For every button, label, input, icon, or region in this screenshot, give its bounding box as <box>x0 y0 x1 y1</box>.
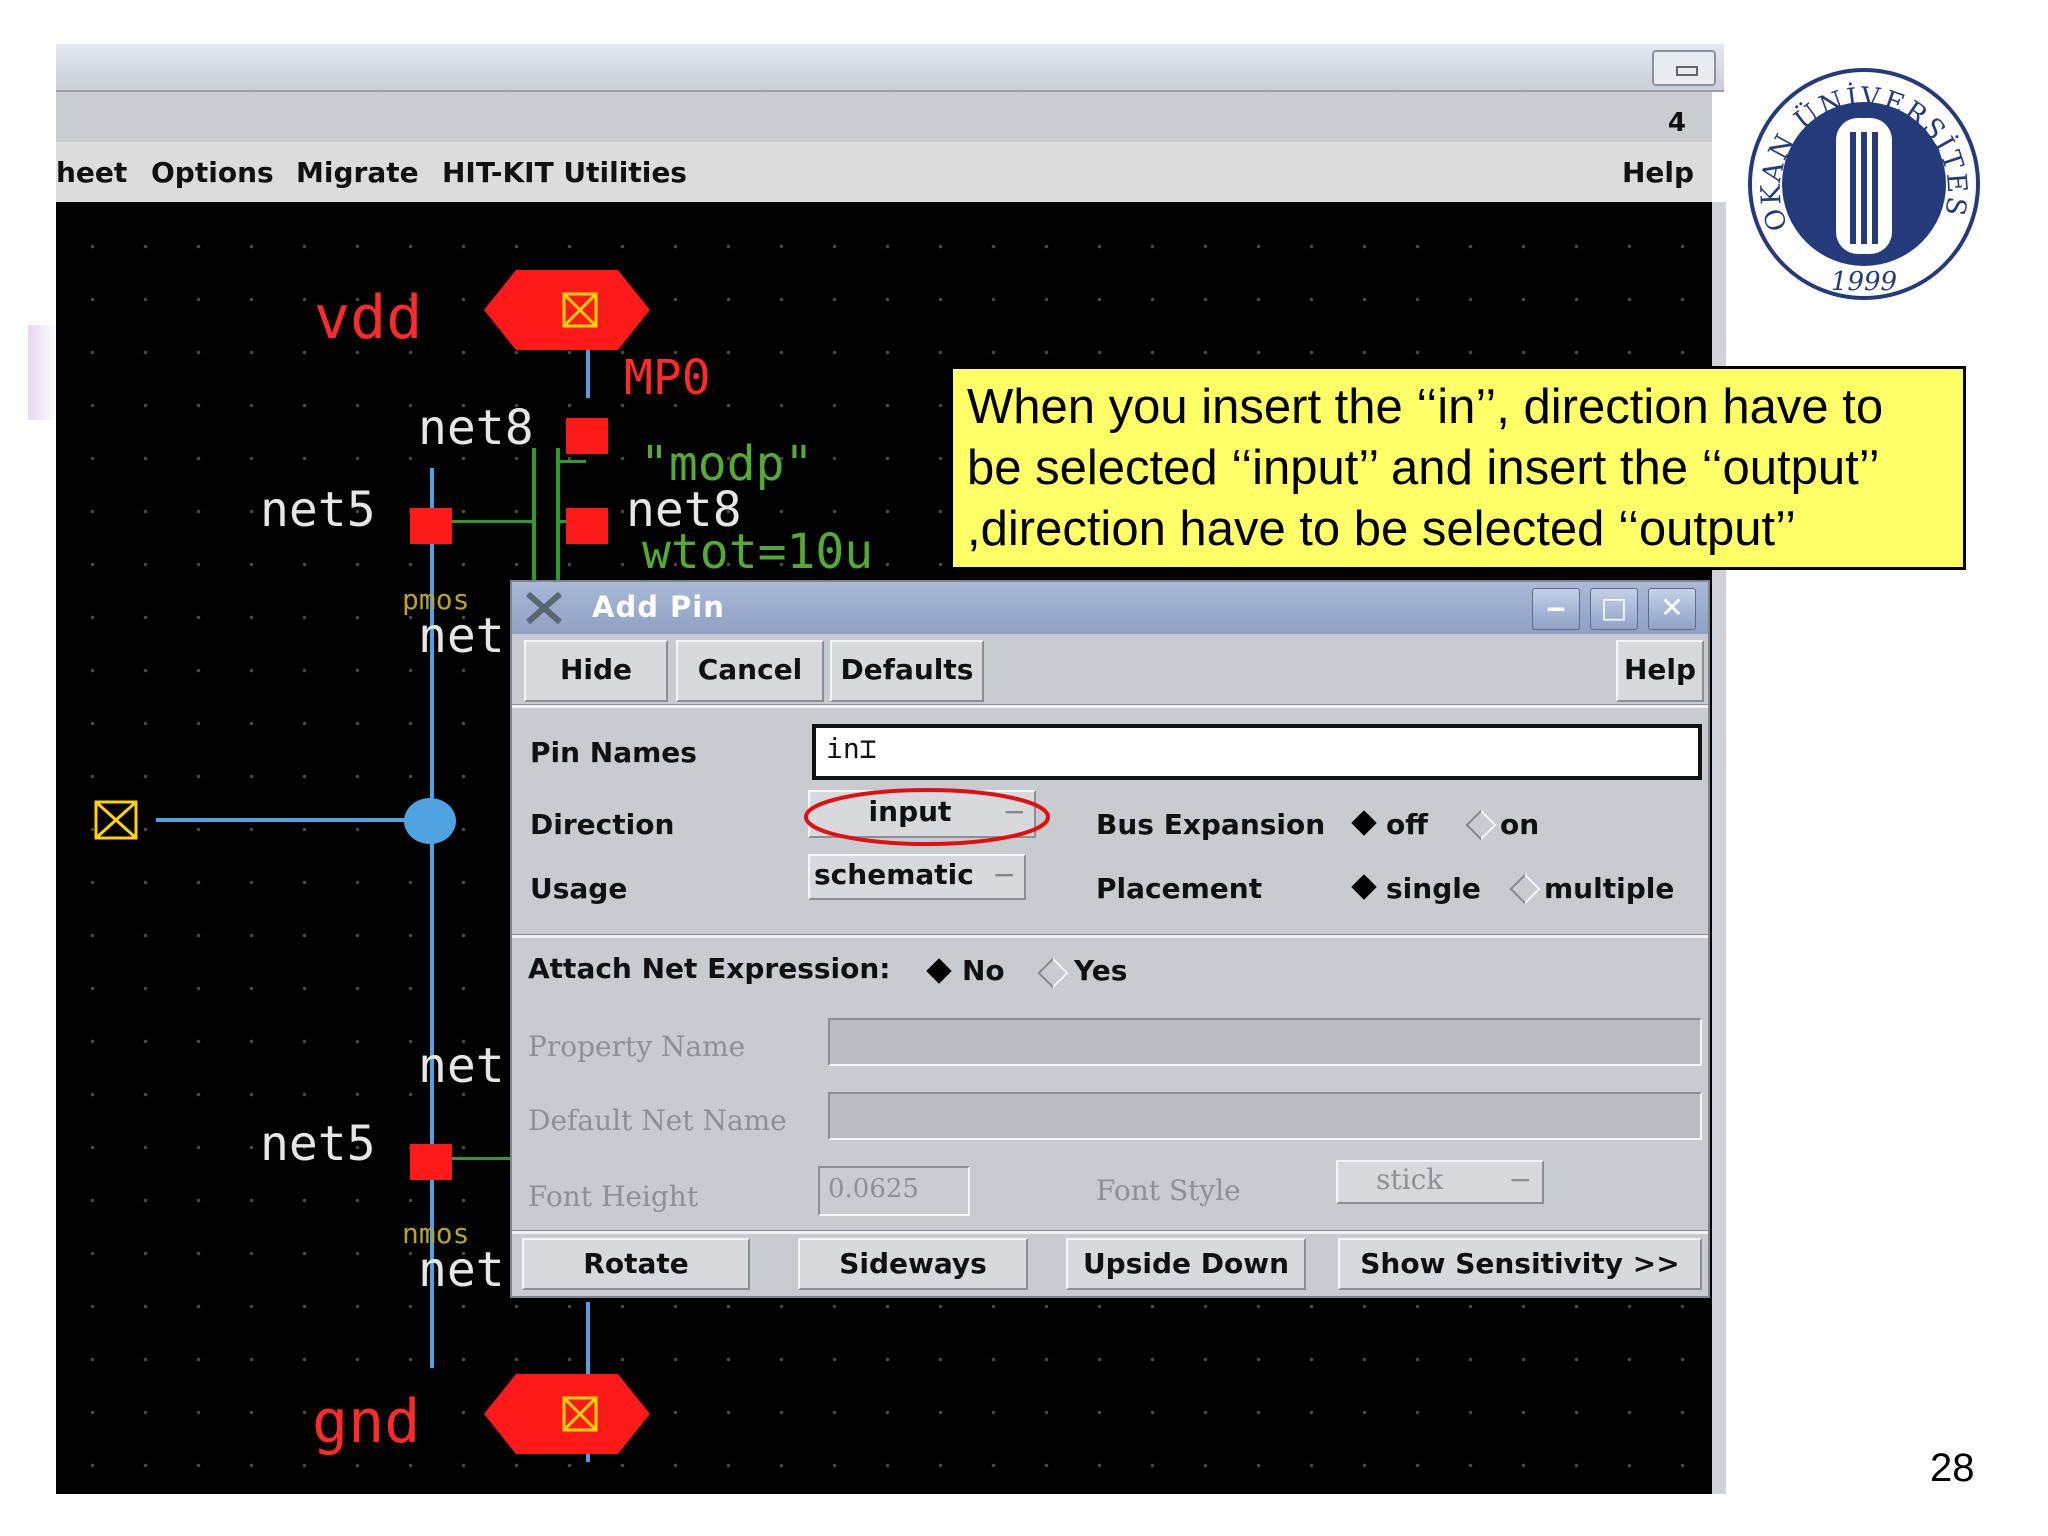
font-style-value: stick <box>1376 1163 1444 1196</box>
add-pin-dialog: Add Pin ‒ □ ✕ Hide Cancel Defaults Help … <box>510 580 1710 1298</box>
app-titlebar <box>56 44 1724 92</box>
terminal-net5-bottom <box>410 1144 452 1180</box>
callout-line-1: When you insert the ‘‘in’’, direction ha… <box>967 380 1884 434</box>
usage-label: Usage <box>530 872 628 905</box>
terminal-net8-right <box>566 508 608 544</box>
cancel-button[interactable]: Cancel <box>676 640 824 702</box>
label-net8-top: net8 <box>418 400 534 456</box>
dialog-close-button[interactable]: ✕ <box>1648 588 1696 630</box>
menu-item-sheet[interactable]: heet <box>56 156 127 189</box>
callout-line-3: ,direction have to be selected ‘‘output’… <box>967 502 1797 556</box>
bus-expansion-off-radio[interactable] <box>1351 810 1377 836</box>
font-height-value: 0.0625 <box>828 1174 919 1204</box>
attach-net-yes-label: Yes <box>1074 954 1128 987</box>
font-height-label: Font Height <box>528 1180 699 1213</box>
terminal-net8-top <box>566 418 608 454</box>
page-number: 28 <box>1930 1446 1975 1490</box>
gnd-pin-icon[interactable] <box>484 1374 650 1454</box>
highlight-ellipse <box>804 788 1050 846</box>
label-net5-top: net5 <box>260 482 376 538</box>
dialog-maximize-button[interactable]: □ <box>1590 588 1638 630</box>
attach-net-no-radio[interactable] <box>926 958 952 984</box>
rotate-button[interactable]: Rotate <box>522 1238 750 1290</box>
label-net-cut-3: net <box>418 1242 505 1298</box>
label-modp: "modp" <box>640 436 814 492</box>
default-net-name-input[interactable] <box>828 1092 1702 1140</box>
input-pin-icon[interactable] <box>94 800 138 840</box>
app-status-bar: 4 <box>56 92 1712 143</box>
slide-decoration <box>28 325 58 420</box>
label-wtot: wtot=10u <box>642 524 874 580</box>
sideways-button[interactable]: Sideways <box>798 1238 1028 1290</box>
defaults-button[interactable]: Defaults <box>830 640 984 702</box>
window-minimize-button[interactable] <box>1652 50 1716 86</box>
label-vdd: vdd <box>314 283 423 353</box>
attach-net-no-label: No <box>962 954 1005 987</box>
bus-expansion-off-label: off <box>1386 808 1428 841</box>
label-net-cut-2: net <box>418 1038 505 1094</box>
menu-item-help[interactable]: Help <box>1622 156 1694 189</box>
university-logo: OKAN ÜNİVERSİTESİ 1999 <box>1746 66 1980 300</box>
property-name-label: Property Name <box>528 1030 746 1063</box>
close-icon: ✕ <box>1660 591 1684 624</box>
font-style-label: Font Style <box>1096 1174 1241 1207</box>
bus-expansion-on-label: on <box>1500 808 1540 841</box>
placement-single-label: single <box>1386 872 1481 905</box>
x-window-icon <box>526 591 562 625</box>
window-number-badge: 4 <box>1667 108 1686 138</box>
usage-value: schematic <box>814 858 974 891</box>
vdd-pin-icon[interactable] <box>484 270 650 350</box>
bus-expansion-on-radio[interactable] <box>1465 809 1497 841</box>
text-cursor-icon: ⌶ <box>859 732 877 765</box>
label-net-cut-1: net <box>418 608 505 664</box>
dialog-minimize-button[interactable]: ‒ <box>1532 588 1580 630</box>
label-net5-bottom: net5 <box>260 1116 376 1172</box>
separator <box>512 934 1708 938</box>
hide-button[interactable]: Hide <box>524 640 668 702</box>
property-name-input[interactable] <box>828 1018 1702 1066</box>
font-style-select[interactable]: stick − <box>1336 1160 1544 1204</box>
cycle-menu-icon: − <box>1508 1163 1532 1196</box>
pin-names-value: in <box>826 732 860 765</box>
cycle-menu-icon: − <box>992 858 1016 891</box>
dialog-title: Add Pin <box>592 590 725 624</box>
help-button[interactable]: Help <box>1616 640 1704 702</box>
bus-expansion-label: Bus Expansion <box>1096 808 1326 841</box>
dialog-titlebar[interactable]: Add Pin ‒ □ ✕ <box>512 582 1708 634</box>
callout-line-2: be selected ‘‘input’’ and insert the ‘‘o… <box>967 441 1880 495</box>
label-mp0: MP0 <box>624 350 711 406</box>
pin-names-input[interactable]: in⌶ <box>812 724 1702 780</box>
logo-year: 1999 <box>1831 267 1897 297</box>
junction-dot <box>404 798 456 844</box>
show-sensitivity-button[interactable]: Show Sensitivity >> <box>1338 1238 1702 1290</box>
separator <box>512 1230 1708 1234</box>
label-gnd: gnd <box>312 1387 421 1457</box>
separator <box>512 704 1708 708</box>
minimize-icon: ‒ <box>1546 591 1566 624</box>
default-net-name-label: Default Net Name <box>528 1104 787 1137</box>
upside-down-button[interactable]: Upside Down <box>1066 1238 1306 1290</box>
attach-net-yes-radio[interactable] <box>1037 957 1069 989</box>
usage-select[interactable]: schematic − <box>808 854 1026 900</box>
app-menubar: heet Options Migrate HIT-KIT Utilities H… <box>56 142 1712 202</box>
placement-label: Placement <box>1096 872 1263 905</box>
wire-input-pin <box>156 818 432 822</box>
instruction-callout: When you insert the ‘‘in’’, direction ha… <box>950 366 1966 570</box>
direction-label: Direction <box>530 808 675 841</box>
device-drain-lead <box>560 460 586 463</box>
terminal-net5-top <box>410 508 452 544</box>
menu-item-options[interactable]: Options <box>151 156 274 189</box>
attach-net-expression-label: Attach Net Expression: <box>528 952 891 985</box>
font-height-input[interactable]: 0.0625 <box>818 1166 970 1216</box>
placement-multiple-label: multiple <box>1544 872 1675 905</box>
placement-multiple-radio[interactable] <box>1509 873 1541 905</box>
pin-names-label: Pin Names <box>530 736 697 769</box>
menu-item-hit-kit-utilities[interactable]: HIT-KIT Utilities <box>442 156 687 189</box>
placement-single-radio[interactable] <box>1351 874 1377 900</box>
maximize-icon: □ <box>1600 591 1628 624</box>
menu-item-migrate[interactable]: Migrate <box>296 156 419 189</box>
